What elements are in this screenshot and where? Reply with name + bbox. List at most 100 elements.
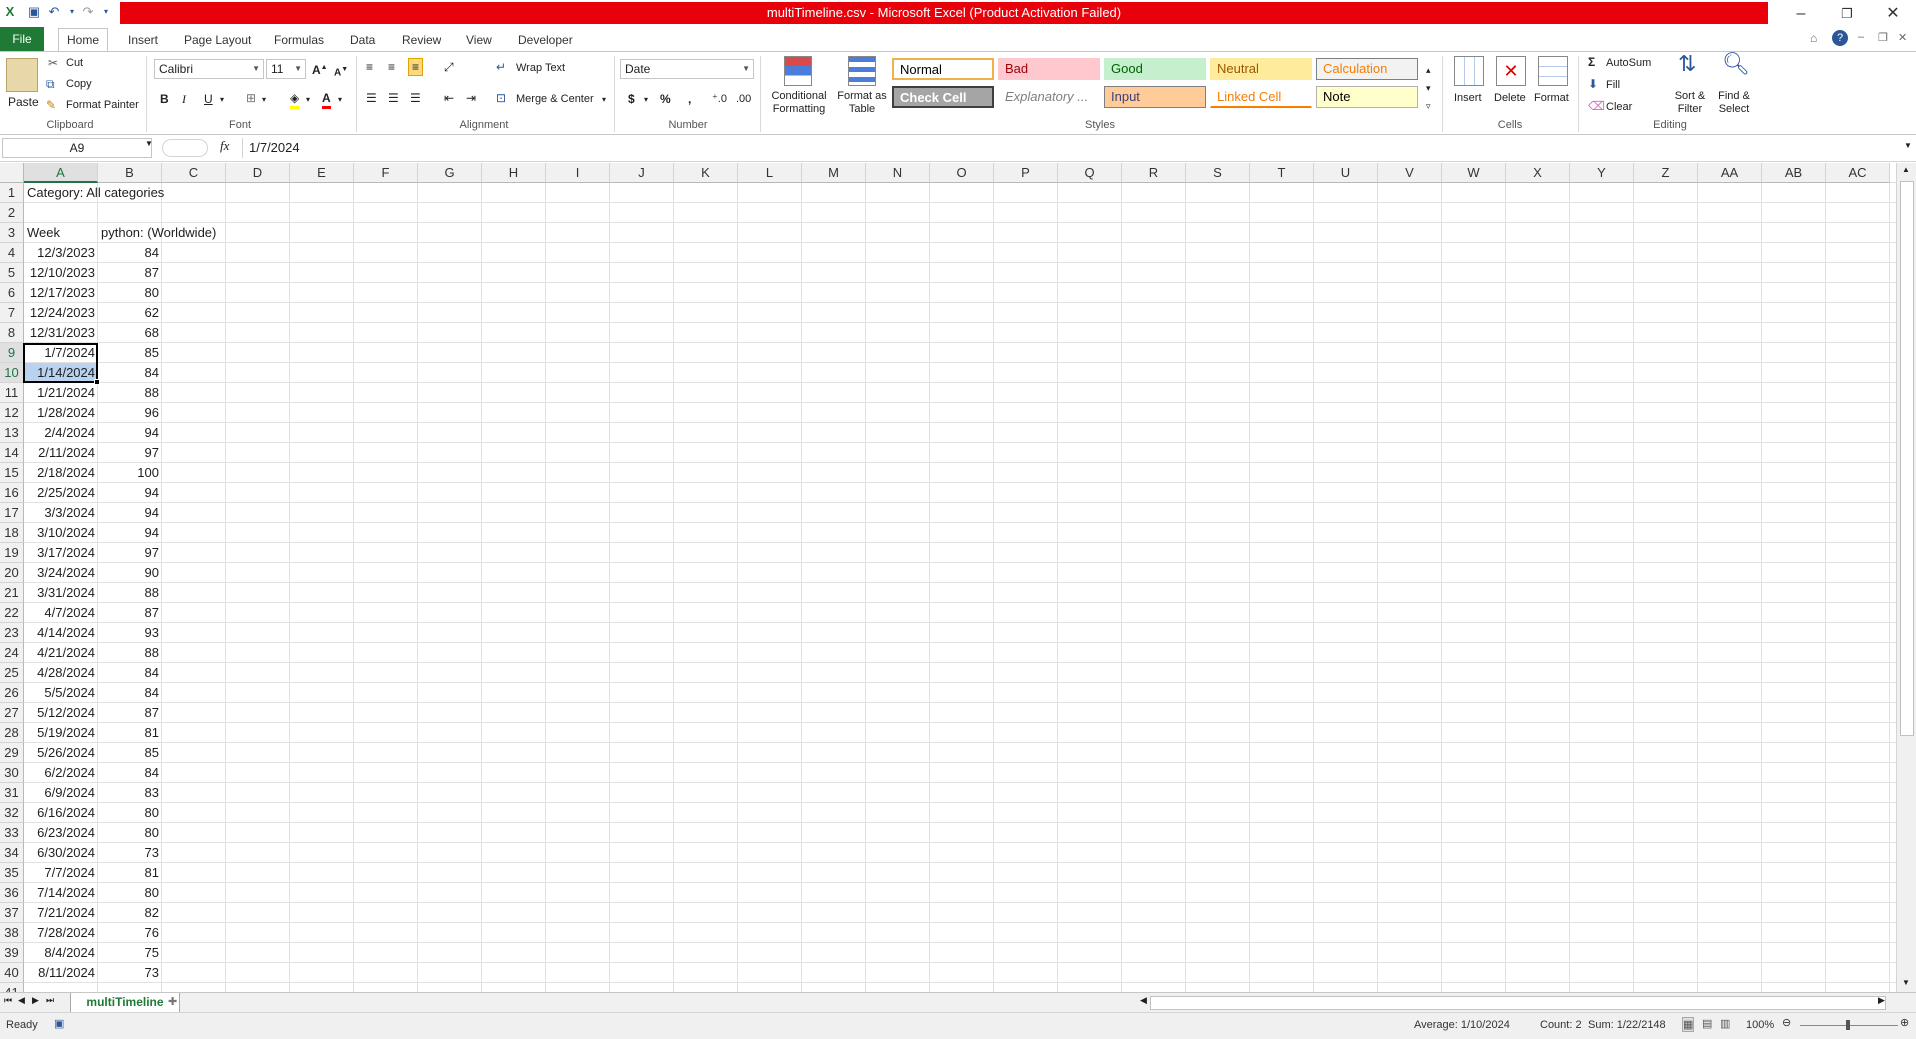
styles-more-icon[interactable]: ▿ xyxy=(1426,98,1431,114)
column-header[interactable]: Q xyxy=(1058,163,1122,183)
spreadsheet-grid[interactable]: A B C D E F G H I J K L M N O P Q R S T U V W X Y Z AA AB AC 1 Categ… xyxy=(0,163,1896,992)
paste-button[interactable]: Paste xyxy=(8,94,39,110)
prev-sheet-icon[interactable]: ◀ xyxy=(18,995,25,1006)
italic-button[interactable]: I xyxy=(182,91,186,107)
close-icon[interactable]: ✕ xyxy=(1870,0,1916,27)
cell-a3[interactable]: Week xyxy=(24,223,63,243)
insert-cells-icon[interactable] xyxy=(1454,56,1484,86)
format-cells-button[interactable]: Format xyxy=(1534,90,1569,106)
sheet-tab-multitimeline[interactable]: multiTimeline xyxy=(70,993,180,1013)
borders-icon[interactable]: ⊞ xyxy=(246,90,256,106)
horizontal-scrollbar[interactable] xyxy=(1150,996,1886,1010)
font-color-icon[interactable]: A xyxy=(322,90,331,109)
format-cells-icon[interactable] xyxy=(1538,56,1568,86)
comma-button[interactable]: , xyxy=(688,91,691,107)
table-cell-week[interactable]: 7/7/2024 xyxy=(24,863,98,883)
table-cell-value[interactable]: 84 xyxy=(98,243,162,263)
table-cell-week[interactable]: 1/21/2024 xyxy=(24,383,98,403)
increase-decimal-icon[interactable]: ⁺.0 xyxy=(712,91,727,107)
undo-icon[interactable]: ↶ xyxy=(46,4,62,20)
table-cell-week[interactable]: 6/16/2024 xyxy=(24,803,98,823)
table-cell-value[interactable]: 80 xyxy=(98,823,162,843)
column-header[interactable]: B xyxy=(98,163,162,183)
table-cell-week[interactable]: 12/17/2023 xyxy=(24,283,98,303)
tab-insert[interactable]: Insert xyxy=(120,29,166,51)
align-center-icon[interactable]: ☰ xyxy=(388,90,399,106)
table-cell-value[interactable]: 84 xyxy=(98,363,162,383)
row-header[interactable]: 39 xyxy=(0,943,24,963)
table-cell-value[interactable]: 68 xyxy=(98,323,162,343)
customize-qat-icon[interactable]: ▾ xyxy=(98,4,114,20)
tab-data[interactable]: Data xyxy=(342,29,383,51)
cut-button[interactable]: Cut xyxy=(66,55,83,71)
cell-style-explanatory[interactable]: Explanatory ... xyxy=(998,86,1100,108)
table-cell-week[interactable]: 3/31/2024 xyxy=(24,583,98,603)
tab-formulas[interactable]: Formulas xyxy=(266,29,332,51)
delete-cells-button[interactable]: Delete xyxy=(1494,90,1526,106)
table-cell-value[interactable]: 94 xyxy=(98,503,162,523)
align-top-icon[interactable]: ≡ xyxy=(366,59,373,75)
table-cell-value[interactable]: 85 xyxy=(98,743,162,763)
row-header[interactable]: 31 xyxy=(0,783,24,803)
scroll-down-icon[interactable]: ▼ xyxy=(1902,978,1910,987)
currency-button[interactable]: $ xyxy=(628,91,635,107)
autosum-button[interactable]: AutoSum xyxy=(1606,55,1651,71)
table-cell-value[interactable]: 87 xyxy=(98,603,162,623)
column-header[interactable]: V xyxy=(1378,163,1442,183)
table-cell-value[interactable]: 81 xyxy=(98,723,162,743)
fill-dropdown-icon[interactable]: ▾ xyxy=(306,92,310,108)
cell-a1[interactable]: Category: All categories xyxy=(24,183,167,203)
tab-home[interactable]: Home xyxy=(58,28,109,52)
delete-cells-icon[interactable]: ✕ xyxy=(1496,56,1526,86)
row-header[interactable]: 25 xyxy=(0,663,24,683)
table-cell-value[interactable]: 88 xyxy=(98,643,162,663)
fill-color-icon[interactable]: ◈ xyxy=(290,90,300,109)
table-cell-week[interactable]: 8/11/2024 xyxy=(24,963,98,983)
row-header[interactable]: 13 xyxy=(0,423,24,443)
tab-review[interactable]: Review xyxy=(394,29,449,51)
format-as-table-icon[interactable] xyxy=(848,56,876,86)
column-header[interactable]: N xyxy=(866,163,930,183)
cell-style-good[interactable]: Good xyxy=(1104,58,1206,80)
align-left-icon[interactable]: ☰ xyxy=(366,90,377,106)
table-cell-week[interactable]: 12/10/2023 xyxy=(24,263,98,283)
align-right-icon[interactable]: ☰ xyxy=(410,90,421,106)
grow-font-icon[interactable]: A▲ xyxy=(312,60,328,78)
font-name-select[interactable]: Calibri ▼ xyxy=(154,59,264,79)
table-cell-week[interactable]: 1/28/2024 xyxy=(24,403,98,423)
row-header[interactable]: 22 xyxy=(0,603,24,623)
row-header[interactable]: 37 xyxy=(0,903,24,923)
table-cell-week[interactable]: 5/26/2024 xyxy=(24,743,98,763)
table-cell-value[interactable]: 84 xyxy=(98,683,162,703)
cell-style-bad[interactable]: Bad xyxy=(998,58,1100,80)
column-header[interactable]: E xyxy=(290,163,354,183)
merge-center-button[interactable]: Merge & Center xyxy=(516,91,594,107)
table-cell-week[interactable]: 8/4/2024 xyxy=(24,943,98,963)
page-break-view-icon[interactable]: ▥ xyxy=(1720,1017,1730,1030)
expand-formula-bar-icon[interactable]: ▼ xyxy=(1904,141,1912,150)
doc-minimize-icon[interactable]: – xyxy=(1858,31,1864,43)
table-cell-week[interactable]: 2/25/2024 xyxy=(24,483,98,503)
table-cell-value[interactable]: 85 xyxy=(98,343,162,363)
table-cell-value[interactable]: 80 xyxy=(98,283,162,303)
percent-button[interactable]: % xyxy=(660,91,671,107)
shrink-font-icon[interactable]: A▼ xyxy=(334,62,348,81)
tab-view[interactable]: View xyxy=(458,29,500,51)
table-cell-value[interactable]: 73 xyxy=(98,963,162,983)
table-cell-week[interactable]: 5/5/2024 xyxy=(24,683,98,703)
table-cell-value[interactable]: 87 xyxy=(98,703,162,723)
formula-bar-handle[interactable] xyxy=(162,139,208,157)
table-cell-value[interactable]: 81 xyxy=(98,863,162,883)
save-icon[interactable]: ▣ xyxy=(26,4,42,20)
row-header[interactable]: 14 xyxy=(0,443,24,463)
table-cell-value[interactable]: 73 xyxy=(98,843,162,863)
next-sheet-icon[interactable]: ▶ xyxy=(32,995,39,1006)
column-header[interactable]: AC xyxy=(1826,163,1890,183)
row-header[interactable]: 24 xyxy=(0,643,24,663)
row-header[interactable]: 5 xyxy=(0,263,24,283)
table-cell-week[interactable]: 7/21/2024 xyxy=(24,903,98,923)
formula-input[interactable]: 1/7/2024 xyxy=(242,138,1902,158)
row-header[interactable]: 8 xyxy=(0,323,24,343)
table-cell-week[interactable]: 4/14/2024 xyxy=(24,623,98,643)
column-header[interactable]: U xyxy=(1314,163,1378,183)
